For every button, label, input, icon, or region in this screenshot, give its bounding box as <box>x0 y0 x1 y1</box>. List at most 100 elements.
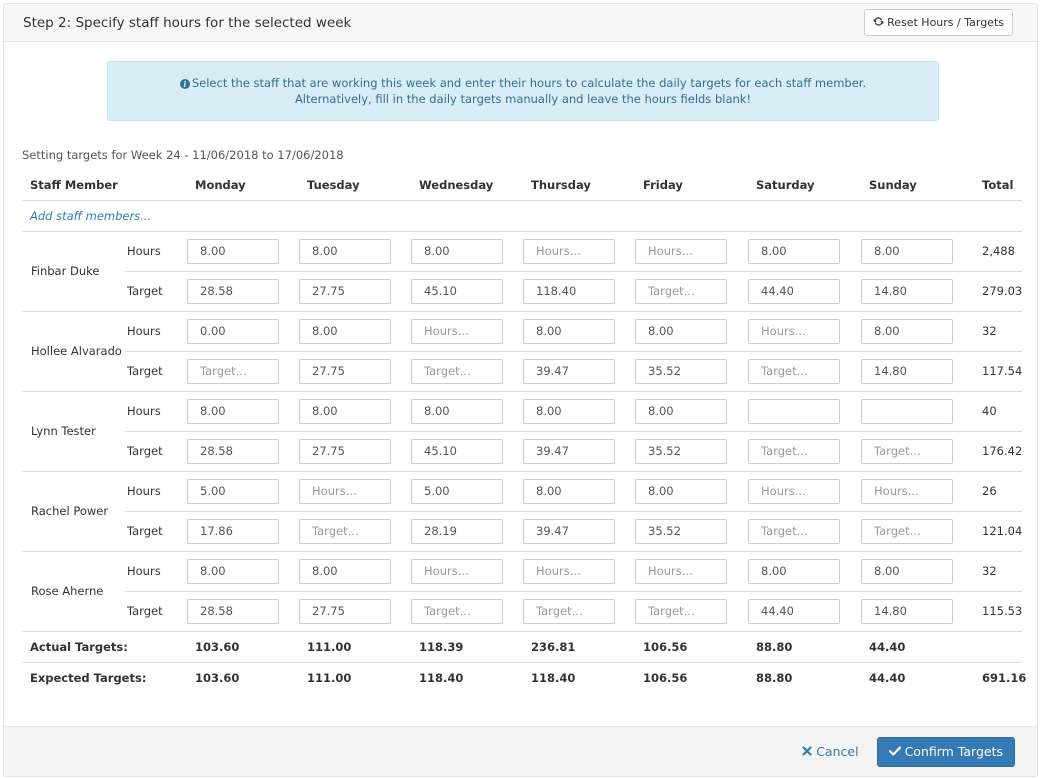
target-total: 121.04 <box>974 511 1022 552</box>
col-header-total: Total <box>974 170 1023 201</box>
info-line-2: Alternatively, fill in the daily targets… <box>294 92 752 106</box>
target-input-friday[interactable] <box>635 278 728 304</box>
hours-input-friday[interactable] <box>635 478 728 504</box>
hours-input-thursday[interactable] <box>523 478 616 504</box>
hours-input-tuesday[interactable] <box>299 318 392 344</box>
target-input-sunday[interactable] <box>861 438 954 464</box>
add-staff-members-link[interactable]: Add staff members... <box>30 209 151 223</box>
hours-total: 40 <box>974 391 1023 432</box>
target-row-label: Target <box>125 271 188 312</box>
hours-input-wednesday[interactable] <box>411 478 504 504</box>
target-total: 115.53 <box>974 591 1022 632</box>
hours-input-monday[interactable] <box>187 238 280 264</box>
expected-target-monday: 103.60 <box>195 670 240 685</box>
confirm-targets-button[interactable]: Confirm Targets <box>876 736 1015 767</box>
hours-input-wednesday[interactable] <box>411 558 504 584</box>
target-input-thursday[interactable] <box>523 358 616 384</box>
target-input-monday[interactable] <box>187 438 280 464</box>
hours-input-saturday[interactable] <box>748 398 841 424</box>
target-row-label: Target <box>125 431 188 472</box>
target-row-label: Target <box>125 511 188 552</box>
cancel-button[interactable]: Cancel <box>796 743 864 760</box>
target-input-tuesday[interactable] <box>299 358 392 384</box>
target-input-monday[interactable] <box>187 518 280 544</box>
panel-header: Step 2: Specify staff hours for the sele… <box>4 4 1037 42</box>
target-total: 117.54 <box>974 351 1022 392</box>
hours-input-sunday[interactable] <box>861 478 954 504</box>
hours-input-friday[interactable] <box>635 558 728 584</box>
hours-input-thursday[interactable] <box>523 238 616 264</box>
hours-input-monday[interactable] <box>187 318 280 344</box>
hours-input-sunday[interactable] <box>861 398 954 424</box>
hours-input-thursday[interactable] <box>523 318 616 344</box>
hours-input-sunday[interactable] <box>861 238 954 264</box>
hours-input-tuesday[interactable] <box>299 398 392 424</box>
hours-input-friday[interactable] <box>635 398 728 424</box>
target-input-monday[interactable] <box>187 598 280 624</box>
hours-input-saturday[interactable] <box>748 558 841 584</box>
target-input-sunday[interactable] <box>861 358 954 384</box>
target-input-wednesday[interactable] <box>411 438 504 464</box>
reset-button-label: Reset Hours / Targets <box>887 16 1004 29</box>
hours-input-tuesday[interactable] <box>299 558 392 584</box>
staff-hours-row: Rachel PowerHours 26 <box>22 471 1023 552</box>
target-input-monday[interactable] <box>187 358 280 384</box>
target-input-wednesday[interactable] <box>411 598 504 624</box>
target-input-tuesday[interactable] <box>299 598 392 624</box>
hours-input-friday[interactable] <box>635 318 728 344</box>
hours-total: 32 <box>974 551 1023 592</box>
target-input-saturday[interactable] <box>748 438 841 464</box>
target-input-friday[interactable] <box>635 598 728 624</box>
target-input-thursday[interactable] <box>523 438 616 464</box>
hours-row-label: Hours <box>125 551 188 592</box>
hours-input-saturday[interactable] <box>748 318 841 344</box>
hours-input-monday[interactable] <box>187 398 280 424</box>
target-input-saturday[interactable] <box>748 518 841 544</box>
hours-input-thursday[interactable] <box>523 558 616 584</box>
col-header-thursday: Thursday <box>523 170 636 201</box>
target-row-label: Target <box>125 351 188 392</box>
hours-row-label: Hours <box>125 391 188 432</box>
hours-input-saturday[interactable] <box>748 238 841 264</box>
reset-hours-targets-button[interactable]: Reset Hours / Targets <box>864 9 1013 36</box>
staff-hours-row: Lynn TesterHours 40 <box>22 391 1023 472</box>
hours-input-saturday[interactable] <box>748 478 841 504</box>
target-input-saturday[interactable] <box>748 278 841 304</box>
target-input-saturday[interactable] <box>748 358 841 384</box>
target-input-sunday[interactable] <box>861 598 954 624</box>
hours-input-friday[interactable] <box>635 238 728 264</box>
target-input-wednesday[interactable] <box>411 278 504 304</box>
target-input-friday[interactable] <box>635 438 728 464</box>
hours-input-wednesday[interactable] <box>411 318 504 344</box>
hours-input-tuesday[interactable] <box>299 478 392 504</box>
target-input-sunday[interactable] <box>861 278 954 304</box>
target-input-saturday[interactable] <box>748 598 841 624</box>
actual-target-saturday: 88.80 <box>748 631 862 663</box>
actual-targets-row: Actual Targets: 103.60 111.00 118.39 236.81 1… <box>22 631 1023 663</box>
target-input-wednesday[interactable] <box>411 518 504 544</box>
target-input-friday[interactable] <box>635 518 728 544</box>
hours-input-wednesday[interactable] <box>411 238 504 264</box>
staff-name: Finbar Duke <box>22 231 125 312</box>
target-input-wednesday[interactable] <box>411 358 504 384</box>
hours-input-wednesday[interactable] <box>411 398 504 424</box>
hours-input-thursday[interactable] <box>523 398 616 424</box>
col-header-staff: Staff Member <box>22 170 188 201</box>
staff-hours-row: Finbar DukeHours 2,488 <box>22 231 1023 312</box>
target-input-tuesday[interactable] <box>299 278 392 304</box>
hours-total: 32 <box>974 311 1023 352</box>
target-input-monday[interactable] <box>187 278 280 304</box>
hours-input-sunday[interactable] <box>861 318 954 344</box>
hours-input-monday[interactable] <box>187 558 280 584</box>
target-input-tuesday[interactable] <box>299 518 392 544</box>
target-input-tuesday[interactable] <box>299 438 392 464</box>
target-input-thursday[interactable] <box>523 598 616 624</box>
actual-targets-label: Actual Targets: <box>22 631 188 663</box>
target-input-sunday[interactable] <box>861 518 954 544</box>
hours-input-monday[interactable] <box>187 478 280 504</box>
target-input-thursday[interactable] <box>523 278 616 304</box>
hours-input-sunday[interactable] <box>861 558 954 584</box>
target-input-friday[interactable] <box>635 358 728 384</box>
target-input-thursday[interactable] <box>523 518 616 544</box>
hours-input-tuesday[interactable] <box>299 238 392 264</box>
